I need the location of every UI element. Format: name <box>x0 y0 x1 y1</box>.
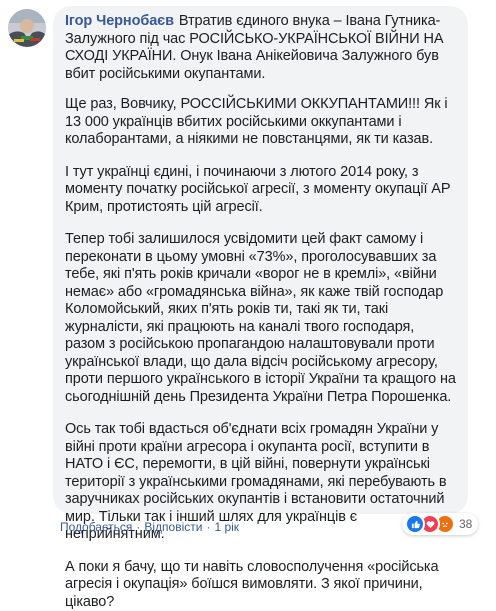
timestamp-link[interactable]: 1 рік <box>214 520 239 534</box>
comment-paragraph-3: І тут українці єдині, і починаючи з люто… <box>65 164 458 217</box>
comment-paragraph-6: А поки я бачу, що ти навіть словосполуче… <box>65 559 458 611</box>
reactions-summary[interactable]: 38 <box>402 513 478 535</box>
comment-actions: Подобається · Відповісти · 1 рік <box>60 520 239 534</box>
author-avatar[interactable] <box>8 9 46 47</box>
author-name-link[interactable]: Ігор Чернобаєв <box>65 13 174 29</box>
avatar-photo <box>8 9 46 47</box>
separator: · <box>206 520 210 534</box>
like-link[interactable]: Подобається <box>60 520 132 534</box>
comment-paragraph-4: Тепер тобі залишилося усвідомити цей фак… <box>65 231 458 406</box>
comment-paragraph-1: Ігор ЧернобаєвВтратив єдиного внука – Ів… <box>65 13 458 83</box>
separator: · <box>136 520 140 534</box>
reply-link[interactable]: Відповісти <box>144 520 202 534</box>
comment-paragraph-2: Ще раз, Вовчику, РОССІЙСЬКИМИ ОККУПАНТАМ… <box>65 96 458 149</box>
comment-bubble: Ігор ЧернобаєвВтратив єдиного внука – Ів… <box>53 6 468 514</box>
like-icon <box>405 514 425 534</box>
reaction-count: 38 <box>459 517 472 531</box>
